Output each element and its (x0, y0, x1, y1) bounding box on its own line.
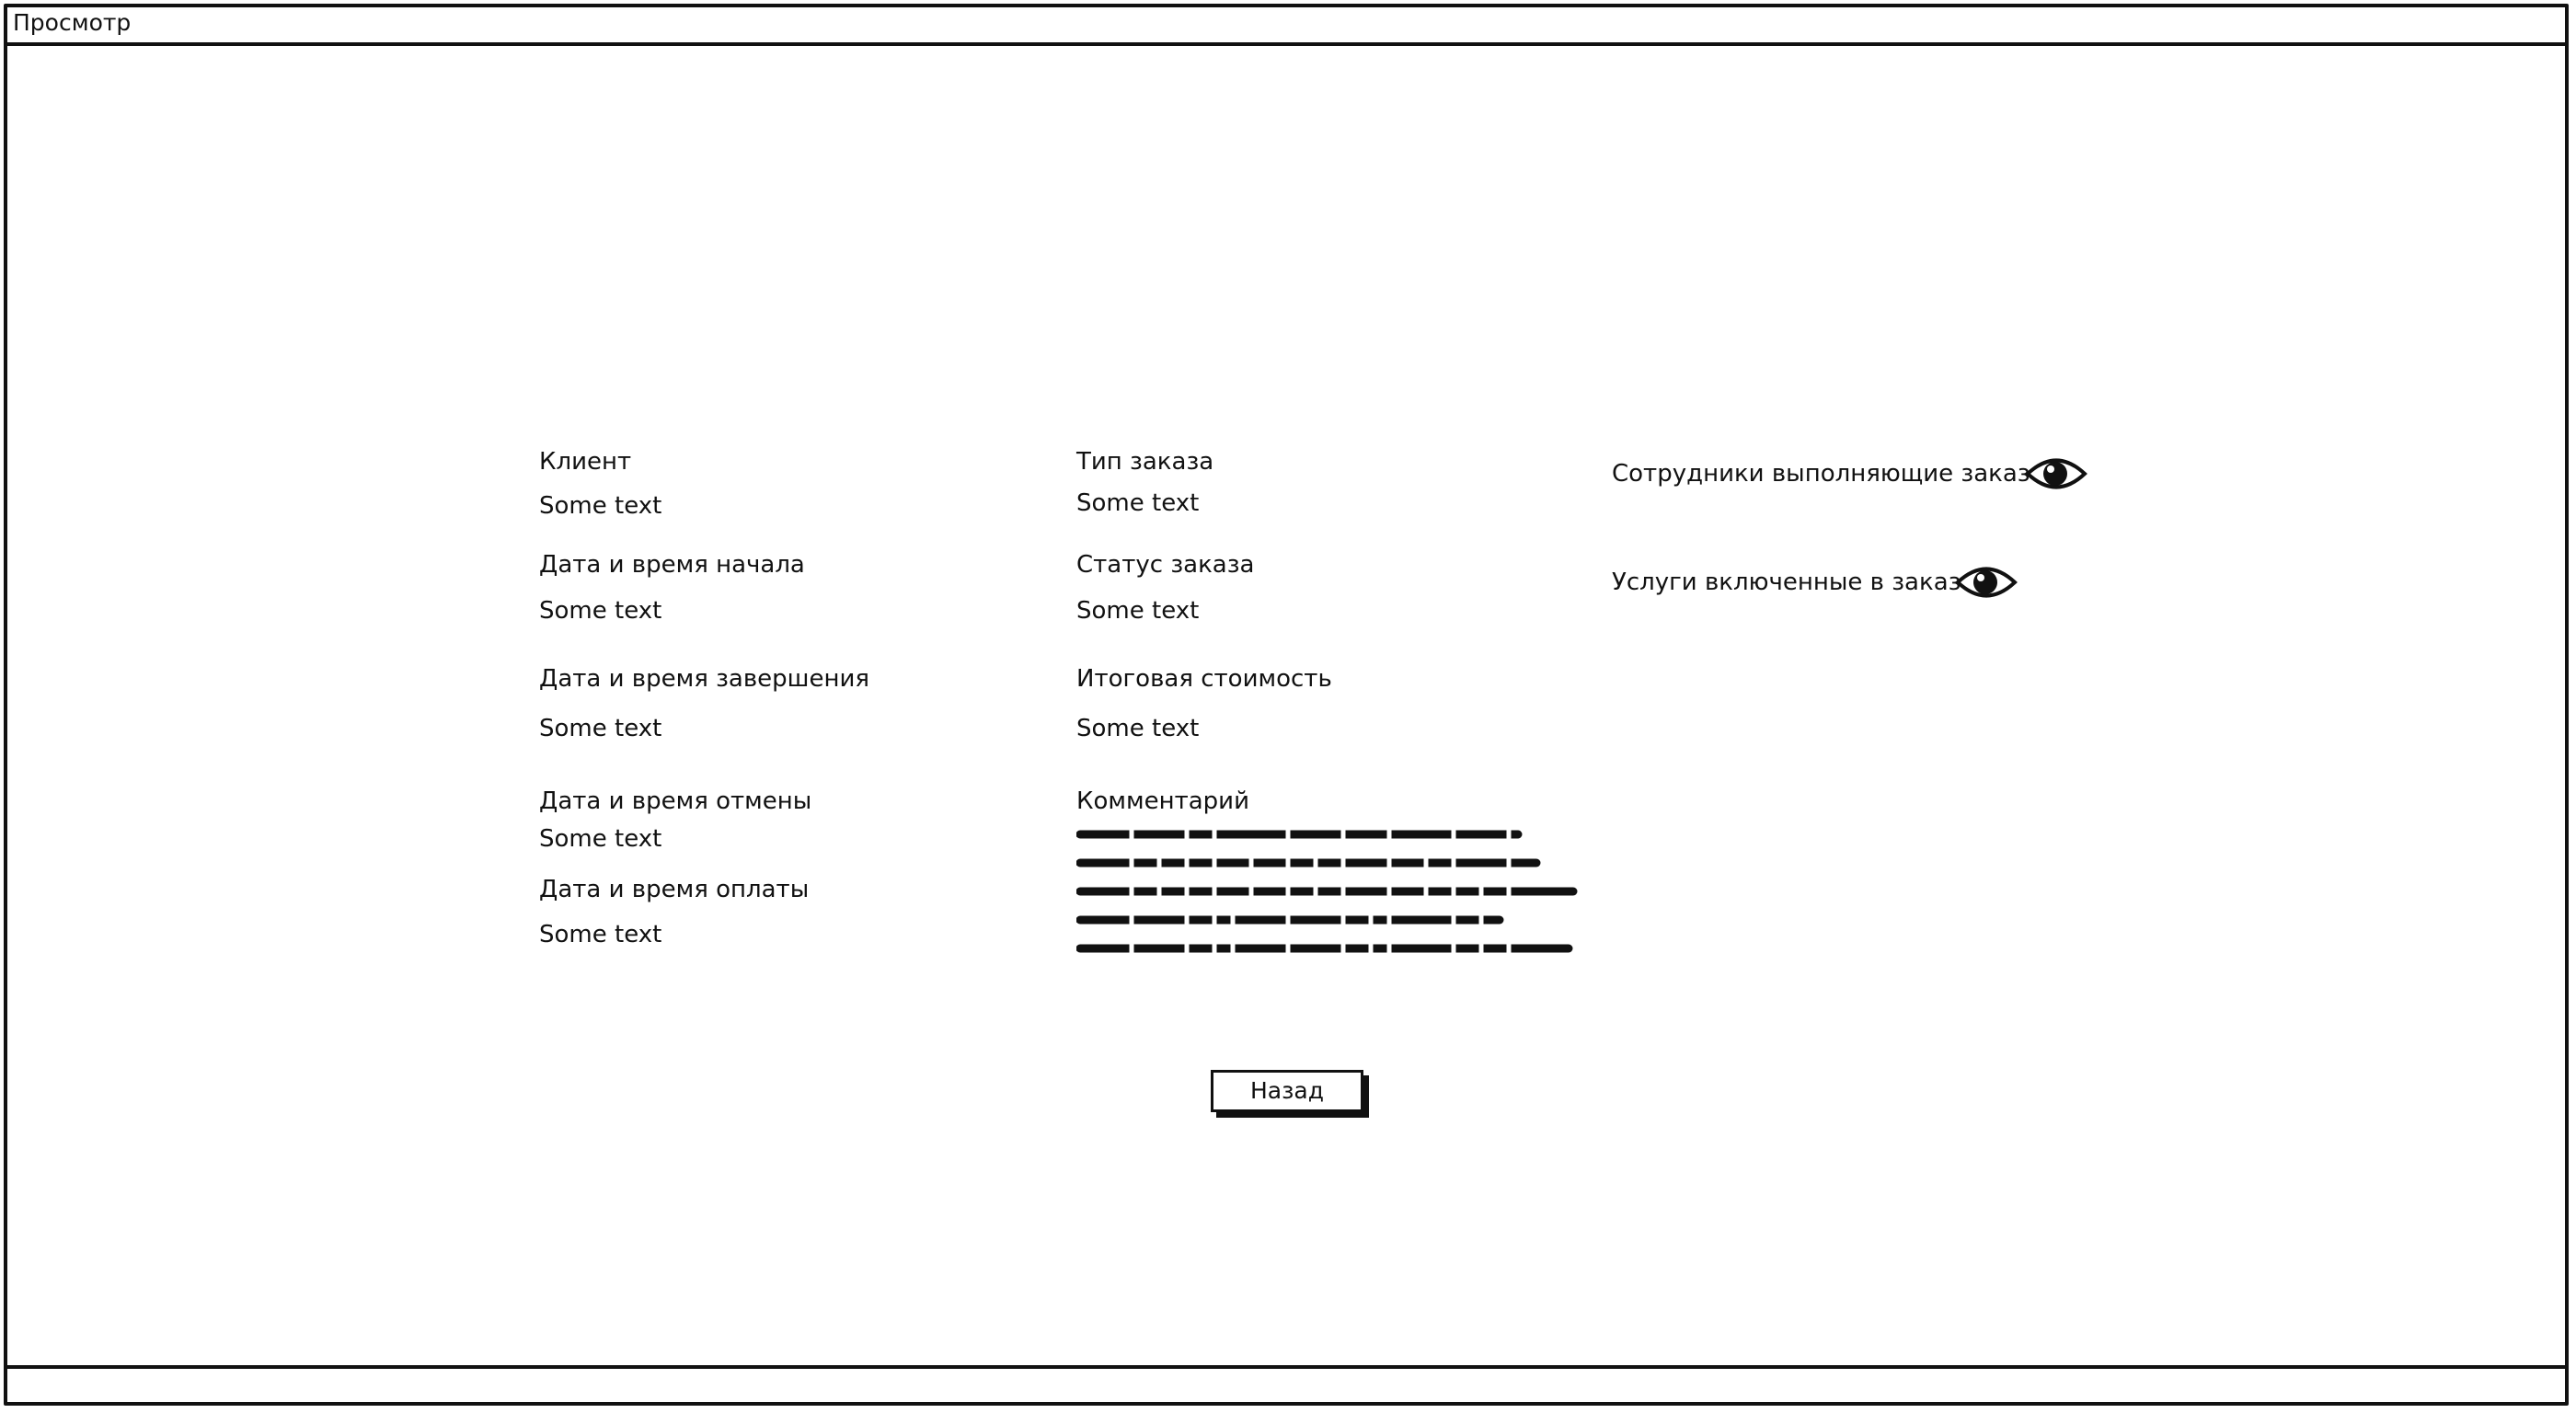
client-label: Клиент (539, 448, 632, 476)
order-status-label: Статус заказа (1076, 551, 1255, 579)
services-row: Услуги включенные в заказ (1612, 561, 2018, 603)
order-type-label: Тип заказа (1076, 448, 1214, 476)
services-label: Услуги включенные в заказ (1612, 569, 1961, 596)
end-datetime-value: Some text (539, 715, 662, 742)
total-cost-value: Some text (1076, 715, 1200, 742)
cancel-datetime-label: Дата и время отмены (539, 787, 812, 815)
title-bar: Просмотр (4, 4, 2569, 46)
eye-icon[interactable] (2024, 453, 2087, 495)
window-title: Просмотр (13, 9, 132, 36)
end-datetime-label: Дата и время завершения (539, 665, 869, 693)
eye-icon[interactable] (1955, 561, 2018, 603)
start-datetime-label: Дата и время начала (539, 551, 805, 579)
cancel-datetime-value: Some text (539, 825, 662, 853)
window-frame (4, 4, 2569, 1406)
client-value: Some text (539, 492, 662, 520)
payment-datetime-label: Дата и время оплаты (539, 876, 810, 903)
employees-row: Сотрудники выполняющие заказ (1612, 453, 2087, 495)
order-type-value: Some text (1076, 489, 1200, 517)
back-button[interactable]: Назад (1211, 1070, 1363, 1112)
payment-datetime-value: Some text (539, 921, 662, 948)
employees-label: Сотрудники выполняющие заказ (1612, 460, 2030, 488)
total-cost-label: Итоговая стоимость (1076, 665, 1332, 693)
status-bar (4, 1365, 2569, 1406)
comment-placeholder-scribble (1076, 825, 1578, 958)
comment-label: Комментарий (1076, 787, 1249, 815)
start-datetime-value: Some text (539, 597, 662, 625)
order-status-value: Some text (1076, 597, 1200, 625)
